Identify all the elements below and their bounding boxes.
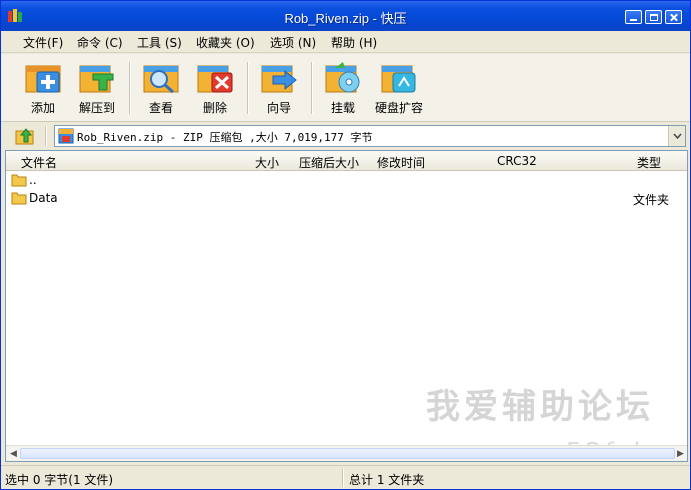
menu-file[interactable]: 文件(F) [23, 34, 63, 51]
disk-expand-label: 硬盘扩容 [374, 101, 423, 115]
maximize-button[interactable] [645, 10, 662, 24]
wizard-button[interactable]: 向导 [251, 60, 307, 118]
folder-icon [11, 192, 27, 205]
zip-file-icon [58, 128, 74, 144]
list-item[interactable]: .. [6, 172, 687, 190]
column-header-modified[interactable]: 修改时间 [377, 154, 425, 171]
mount-label: 挂载 [330, 101, 355, 115]
menu-options[interactable]: 选项 (N) [270, 34, 316, 51]
horizontal-scrollbar[interactable]: ◀ ▶ [6, 445, 687, 461]
scrollbar-thumb[interactable] [20, 448, 675, 459]
close-button[interactable] [665, 10, 682, 24]
list-item-type: 文件夹 [633, 193, 670, 207]
menu-help[interactable]: 帮助 (H) [331, 34, 377, 51]
add-label: 添加 [30, 101, 55, 115]
disk-expand-button[interactable]: 硬盘扩容 [371, 60, 427, 118]
list-item-name: .. [29, 173, 37, 187]
toolbar-separator [247, 62, 249, 114]
menu-favorites[interactable]: 收藏夹 (O) [196, 34, 255, 51]
add-button[interactable]: 添加 [15, 60, 71, 118]
scroll-right-icon[interactable]: ▶ [677, 449, 684, 459]
disk-expand-icon [381, 65, 416, 93]
window-title: Rob_Riven.zip - 快压 [284, 11, 407, 26]
view-icon [143, 65, 179, 94]
wizard-label: 向导 [266, 101, 291, 115]
view-button[interactable]: 查看 [133, 60, 189, 118]
address-bar-row: Rob_Riven.zip - ZIP 压缩包 ,大小 7,019,177 字节 [1, 123, 690, 149]
column-header-crc32[interactable]: CRC32 [497, 154, 537, 168]
folder-icon [11, 174, 27, 187]
chevron-down-icon [673, 133, 682, 140]
delete-label: 删除 [202, 101, 227, 115]
minimize-button[interactable] [625, 10, 642, 24]
address-dropdown-button[interactable] [668, 126, 685, 146]
status-bar: 选中 0 字节(1 文件) 总计 1 文件夹 [1, 465, 690, 489]
file-list[interactable]: 文件名 大小 压缩后大小 修改时间 CRC32 类型 .. Data 文件夹 我… [5, 150, 688, 462]
delete-button[interactable]: 删除 [187, 60, 243, 118]
wizard-icon [261, 65, 297, 93]
title-bar[interactable]: Rob_Riven.zip - 快压 [1, 1, 690, 31]
column-header-packed-size[interactable]: 压缩后大小 [299, 154, 359, 171]
app-window: Rob_Riven.zip - 快压 文件(F) 命令 (C) 工具 (S) 收… [0, 0, 691, 490]
menu-tools[interactable]: 工具 (S) [137, 34, 182, 51]
column-header-type[interactable]: 类型 [637, 154, 661, 171]
list-item[interactable]: Data 文件夹 [6, 190, 687, 208]
extract-to-label: 解压到 [78, 101, 115, 115]
mount-icon [325, 62, 360, 93]
list-header: 文件名 大小 压缩后大小 修改时间 CRC32 类型 [6, 151, 687, 171]
extract-to-button[interactable]: 解压到 [69, 60, 125, 118]
status-selection: 选中 0 字节(1 文件) [5, 473, 114, 487]
extract-icon [79, 65, 114, 93]
list-item-name: Data [29, 191, 58, 205]
menu-command[interactable]: 命令 (C) [77, 34, 123, 51]
scroll-left-icon[interactable]: ◀ [10, 449, 17, 459]
mount-button[interactable]: 挂载 [315, 60, 371, 118]
address-box[interactable]: Rob_Riven.zip - ZIP 压缩包 ,大小 7,019,177 字节 [54, 125, 686, 147]
up-folder-icon[interactable] [15, 127, 35, 145]
menu-bar: 文件(F) 命令 (C) 工具 (S) 收藏夹 (O) 选项 (N) 帮助 (H… [1, 31, 690, 53]
status-total: 总计 1 文件夹 [349, 473, 425, 487]
toolbar-separator [311, 62, 313, 114]
address-text: Rob_Riven.zip - ZIP 压缩包 ,大小 7,019,177 字节 [77, 131, 373, 144]
watermark-text: 我爱辅助论坛 [426, 387, 654, 427]
column-header-name[interactable]: 文件名 [21, 154, 57, 171]
address-separator [45, 126, 47, 146]
column-header-size[interactable]: 大小 [255, 154, 279, 171]
add-icon [25, 65, 61, 93]
toolbar-separator [129, 62, 131, 114]
view-label: 查看 [148, 101, 173, 115]
toolbar: 添加 解压到 查看 删除 向导 挂载 硬盘扩容 [1, 54, 690, 122]
delete-icon [197, 65, 233, 93]
status-separator [342, 469, 344, 487]
